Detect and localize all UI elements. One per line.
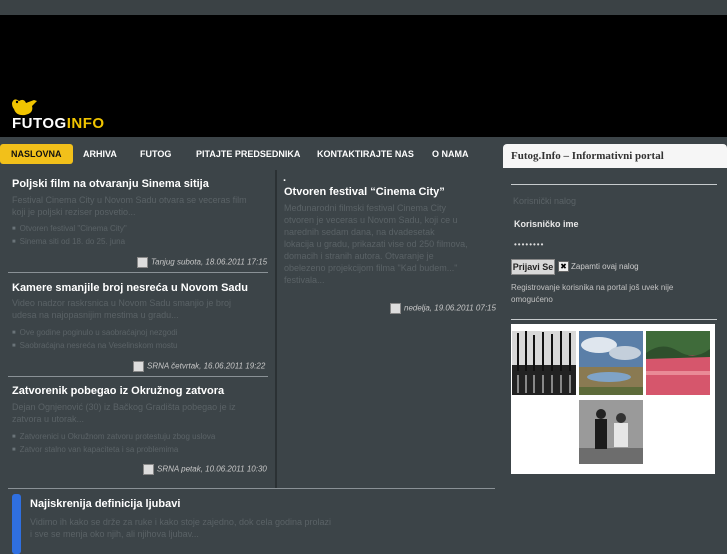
- summary-line: Dejan Ognjenović (30) iz Bačkog Gradišta…: [12, 402, 236, 412]
- remember-label: Zapamti ovaj nalog: [571, 262, 639, 271]
- related-link[interactable]: Ove godine poginulo u saobraćajnoj nezgo…: [12, 328, 178, 337]
- gallery-photo-field[interactable]: [646, 331, 710, 395]
- article-summary: Vidimo ih kako se drže za ruke i kako st…: [30, 516, 331, 540]
- article-meta: nedelja, 19.06.2011 07:15: [390, 303, 496, 314]
- article-meta-text: Tanjug subota, 18.06.2011 17:15: [151, 257, 268, 267]
- summary-line: festivala...: [284, 275, 325, 285]
- article-title[interactable]: Poljski film na otvaranju Sinema sitija: [12, 178, 209, 190]
- register-note-line: Registrovanje korisnika na portal još uv…: [511, 283, 674, 292]
- summary-line: domacih i stranih autora. Otvaranje je: [284, 251, 434, 261]
- login-button[interactable]: Prijavi Se: [511, 259, 555, 275]
- sidebar-body: Korisnički nalog Korisničko ime ••••••••…: [503, 168, 727, 545]
- username-label: Korisničko ime: [514, 219, 579, 229]
- divider: [8, 488, 495, 489]
- accent-bar: [12, 494, 21, 554]
- gallery-photo-trees[interactable]: [512, 331, 576, 395]
- article-summary: Dejan Ognjenović (30) iz Bačkog Gradišta…: [12, 401, 236, 425]
- logo-part-info: INFO: [66, 115, 105, 132]
- summary-line: otvoren je veceras u Novom Sadu, koji ce…: [284, 215, 458, 225]
- sidebar: Futog.Info – Informativni portal Korisni…: [503, 144, 727, 545]
- related-link[interactable]: Otvoren festival "Cinema City": [12, 224, 127, 233]
- site-logo-text[interactable]: FUTOGINFO: [12, 115, 105, 132]
- summary-line: Međunarodni filmski festival Cinema City: [284, 203, 447, 213]
- sidebar-title: Futog.Info – Informativni portal: [511, 150, 664, 162]
- summary-line: lokacija u gradu, prikazati vise od 250 …: [284, 239, 468, 249]
- register-note-line: omogućeno: [511, 295, 553, 304]
- article-meta: Tanjug subota, 18.06.2011 17:15: [137, 257, 267, 268]
- summary-line: obelezeno projekcijom filma "Kad budem..…: [284, 263, 458, 273]
- summary-line: Vidimo ih kako se drže za ruke i kako st…: [30, 517, 332, 527]
- summary-line: udesa na najopasnijim mestima u gradu...: [12, 310, 179, 320]
- nav-o-nama[interactable]: O NAMA: [432, 144, 469, 164]
- sidebar-title-bar: Futog.Info – Informativni portal: [503, 144, 727, 168]
- main-content: Poljski film na otvaranju Sinema sitija …: [0, 170, 500, 554]
- photo-gallery: [511, 324, 715, 474]
- related-link[interactable]: Saobraćajna nesreća na Veselinskom mostu: [12, 341, 178, 350]
- article-meta-text: SRNA četvrtak, 16.06.2011 19:22: [147, 361, 266, 371]
- divider: [8, 376, 268, 377]
- article-title[interactable]: Najiskrenija definicija ljubavi: [30, 498, 180, 510]
- article-title[interactable]: Otvoren festival “Cinema City”: [284, 186, 445, 198]
- nav-naslovna[interactable]: NASLOVNA: [0, 144, 73, 164]
- article-title[interactable]: Zatvorenik pobegao iz Okružnog zatvora: [12, 385, 224, 397]
- divider: [511, 319, 717, 320]
- related-link[interactable]: Zatvorenici u Okružnom zatvoru protestuj…: [12, 432, 216, 441]
- bird-logo-icon[interactable]: [10, 95, 40, 117]
- logo-part-futog: FUTOG: [12, 115, 67, 132]
- print-icon[interactable]: [137, 257, 148, 268]
- article-summary: Festival Cinema City u Novom Sadu otvara…: [12, 194, 247, 218]
- print-icon[interactable]: [133, 361, 144, 372]
- article-meta: SRNA četvrtak, 16.06.2011 19:22: [133, 361, 265, 372]
- register-note: Registrovanje korisnika na portal još uv…: [511, 282, 673, 306]
- divider: [511, 184, 717, 185]
- remember-checkbox[interactable]: ✖: [558, 261, 569, 272]
- summary-line: zatvora u utorak...: [12, 414, 85, 424]
- nav-kontaktirajte-nas[interactable]: KONTAKTIRAJTE NAS: [317, 144, 414, 164]
- print-icon[interactable]: [390, 303, 401, 314]
- summary-line: Video nadzor raskrsnica u Novom Sadu sma…: [12, 298, 231, 308]
- summary-line: Festival Cinema City u Novom Sadu otvara…: [12, 195, 247, 205]
- article-meta: SRNA petak, 10.06.2011 10:30: [143, 464, 267, 475]
- summary-line: narednih sedam dana, na dvadesetak: [284, 227, 435, 237]
- related-link[interactable]: Zatvor stalno van kapaciteta i sa proble…: [12, 445, 179, 454]
- print-icon[interactable]: [143, 464, 154, 475]
- article-summary: Međunarodni filmski festival Cinema City…: [284, 202, 468, 286]
- login-heading: Korisnički nalog: [513, 196, 577, 206]
- column-divider: [275, 170, 277, 488]
- nav-arhiva[interactable]: ARHIVA: [83, 144, 117, 164]
- article-dot: .: [283, 172, 287, 184]
- related-link[interactable]: Sinema siti od 18. do 25. juna: [12, 237, 125, 246]
- divider: [8, 272, 268, 273]
- nav-futog[interactable]: FUTOG: [140, 144, 171, 164]
- article-title[interactable]: Kamere smanjile broj nesreća u Novom Sad…: [12, 282, 248, 294]
- main-navigation: NASLOVNA ARHIVA FUTOG PITAJTE PREDSEDNIK…: [0, 137, 500, 167]
- nav-pitajte-predsednika[interactable]: PITAJTE PREDSEDNIKA: [196, 144, 300, 164]
- article-meta-text: nedelja, 19.06.2011 07:15: [404, 303, 496, 313]
- article-summary: Video nadzor raskrsnica u Novom Sadu sma…: [12, 297, 231, 321]
- password-field[interactable]: ••••••••: [514, 240, 544, 249]
- site-header: FUTOGINFO: [0, 15, 727, 137]
- article-meta-text: SRNA petak, 10.06.2011 10:30: [157, 464, 267, 474]
- gallery-photo-landscape[interactable]: [579, 331, 643, 395]
- top-strip: [0, 0, 727, 15]
- summary-line: i sve se menja oko njih, ali njihova lju…: [30, 529, 199, 539]
- gallery-photo-couple[interactable]: [579, 400, 643, 464]
- summary-line: koji je poljski reziser posvetio...: [12, 207, 136, 217]
